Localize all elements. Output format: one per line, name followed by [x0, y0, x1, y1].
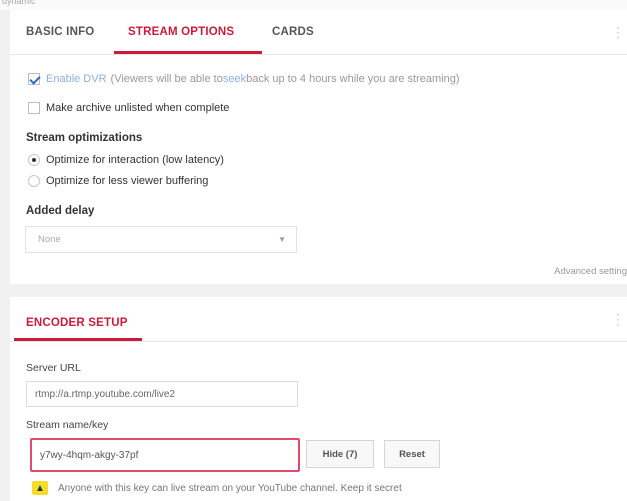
added-delay-value: None: [38, 234, 61, 245]
tab-basic-info[interactable]: BASIC INFO: [26, 26, 94, 38]
optimize-buffering-radio[interactable]: [28, 175, 40, 187]
added-delay-title: Added delay: [26, 205, 95, 217]
dvr-checkbox[interactable]: [28, 73, 40, 85]
stream-key-warning: Anyone with this key can live stream on …: [58, 483, 402, 494]
warning-icon: ▲: [32, 481, 48, 495]
chevron-down-icon: ▼: [278, 235, 286, 244]
reset-key-button[interactable]: Reset: [384, 440, 440, 468]
optimize-latency-radio[interactable]: [28, 154, 40, 166]
advanced-settings-link[interactable]: Advanced setting: [554, 266, 627, 277]
top-strip: dynamic: [0, 0, 627, 10]
hide-key-button[interactable]: Hide (7): [306, 440, 374, 468]
dvr-note-prefix: (Viewers will be able to: [110, 73, 223, 85]
dvr-note-seek: seek: [222, 73, 247, 85]
active-tab-indicator: [114, 51, 262, 54]
stream-options-card: BASIC INFO STREAM OPTIONS CARDS ⋮ Enable…: [10, 10, 627, 284]
encoder-setup-title: ENCODER SETUP: [26, 317, 128, 329]
archive-checkbox[interactable]: [28, 102, 40, 114]
archive-label: Make archive unlisted when complete: [46, 102, 230, 114]
server-url-input[interactable]: rtmp://a.rtmp.youtube.com/live2: [26, 381, 298, 407]
encoder-setup-card: ENCODER SETUP ⋮ Server URL rtmp://a.rtmp…: [10, 297, 627, 501]
stream-key-value: y7wy-4hqm-akgy-37pf: [40, 449, 139, 461]
tab-bar: BASIC INFO STREAM OPTIONS CARDS ⋮: [10, 10, 627, 55]
stream-key-input[interactable]: y7wy-4hqm-akgy-37pf: [30, 438, 300, 472]
stream-key-label: Stream name/key: [26, 419, 109, 431]
archive-row[interactable]: Make archive unlisted when complete: [28, 102, 229, 114]
optimizations-title: Stream optimizations: [26, 132, 143, 144]
optimize-latency-row[interactable]: Optimize for interaction (low latency): [28, 154, 224, 166]
dvr-label: Enable DVR: [46, 73, 107, 85]
tab-cards[interactable]: CARDS: [272, 26, 314, 38]
encoder-more-icon[interactable]: ⋮: [611, 311, 625, 328]
added-delay-select[interactable]: None ▼: [25, 226, 297, 253]
optimize-buffering-row[interactable]: Optimize for less viewer buffering: [28, 175, 208, 187]
top-strip-text: dynamic: [2, 0, 36, 6]
dvr-note-suffix: back up to 4 hours while you are streami…: [246, 73, 460, 85]
tab-stream-options[interactable]: STREAM OPTIONS: [128, 26, 234, 38]
dvr-row[interactable]: Enable DVR (Viewers will be able to seek…: [28, 73, 459, 85]
optimize-latency-label: Optimize for interaction (low latency): [46, 154, 224, 166]
optimize-buffering-label: Optimize for less viewer buffering: [46, 175, 209, 187]
encoder-divider: [10, 341, 627, 342]
server-url-label: Server URL: [26, 362, 81, 374]
more-options-icon[interactable]: ⋮: [611, 24, 625, 41]
server-url-value: rtmp://a.rtmp.youtube.com/live2: [35, 388, 176, 400]
